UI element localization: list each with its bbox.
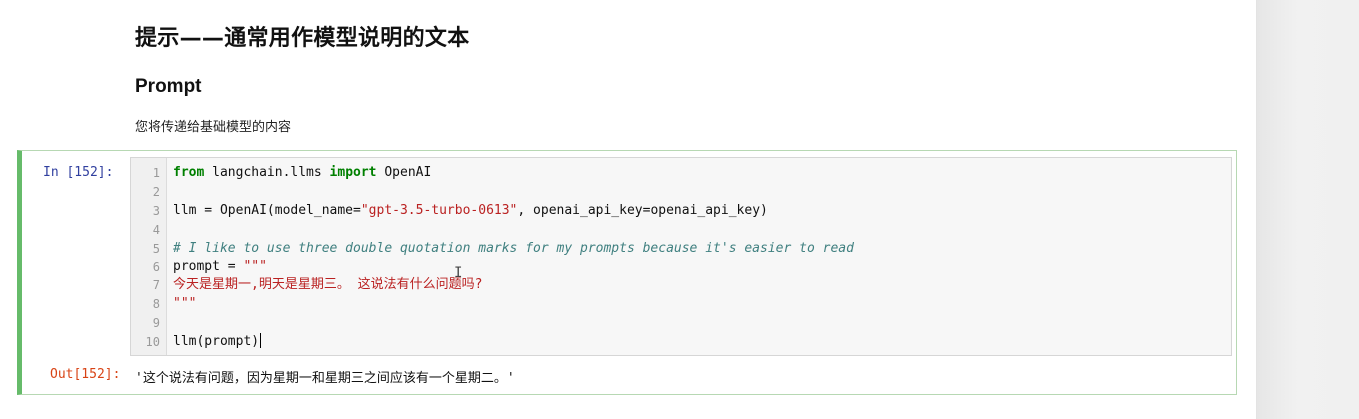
string-literal: "gpt-3.5-turbo-0613" [360, 203, 518, 218]
line-number: 6 [152, 260, 160, 274]
line-number-gutter: 1 2 3 4 5 6 7 8 9 10 [131, 158, 167, 355]
code-line-10: llm(prompt) [173, 333, 262, 351]
code-line-8: """ [173, 296, 197, 311]
import-name: OpenAI [376, 165, 432, 180]
cell-output: '这个说法有问题，因为星期一和星期三之间应该有一个星期二。' [135, 371, 515, 386]
keyword-from: from [173, 165, 205, 180]
markdown-heading-prompt: Prompt [135, 76, 202, 97]
code-comment: # I like to use three double quotation m… [173, 241, 854, 256]
line-number: 10 [145, 335, 160, 349]
code-line-6: prompt = """ [173, 258, 267, 276]
string-literal: """ [243, 259, 267, 274]
code-text: llm(prompt) [173, 334, 260, 349]
line-number: 4 [152, 223, 160, 237]
text-cursor [260, 333, 262, 348]
code-text: llm = OpenAI(model_name= [173, 203, 361, 218]
line-number: 7 [152, 278, 160, 292]
code-line-7: 今天是星期一,明天是星期三。 这说法有什么问题吗? [173, 277, 483, 292]
module-name: langchain.llms [204, 165, 330, 180]
line-number: 8 [152, 297, 160, 311]
line-number: 1 [152, 166, 160, 180]
output-prompt: Out[152]: [50, 367, 121, 382]
input-prompt: In [152]: [43, 165, 114, 180]
markdown-heading-title: 提示——通常用作模型说明的文本 [135, 26, 470, 51]
notebook-container: 提示——通常用作模型说明的文本 Prompt 您将传递给基础模型的内容 In [… [0, 0, 1257, 419]
code-line-3: llm = OpenAI(model_name="gpt-3.5-turbo-0… [173, 202, 768, 220]
keyword-import: import [329, 165, 377, 180]
page-background [1257, 0, 1359, 419]
line-number: 2 [152, 185, 160, 199]
mouse-ibeam-cursor-icon: I [454, 265, 463, 281]
line-number: 9 [152, 316, 160, 330]
code-text: , openai_api_key=openai_api_key) [517, 203, 768, 218]
line-number: 3 [152, 204, 160, 218]
line-number: 5 [152, 242, 160, 256]
code-line-1: from langchain.llms import OpenAI [173, 164, 431, 182]
code-editor[interactable]: 1 2 3 4 5 6 7 8 9 10 from langchain.llms… [130, 157, 1232, 356]
code-text: prompt = [173, 259, 244, 274]
markdown-description: 您将传递给基础模型的内容 [135, 120, 292, 135]
